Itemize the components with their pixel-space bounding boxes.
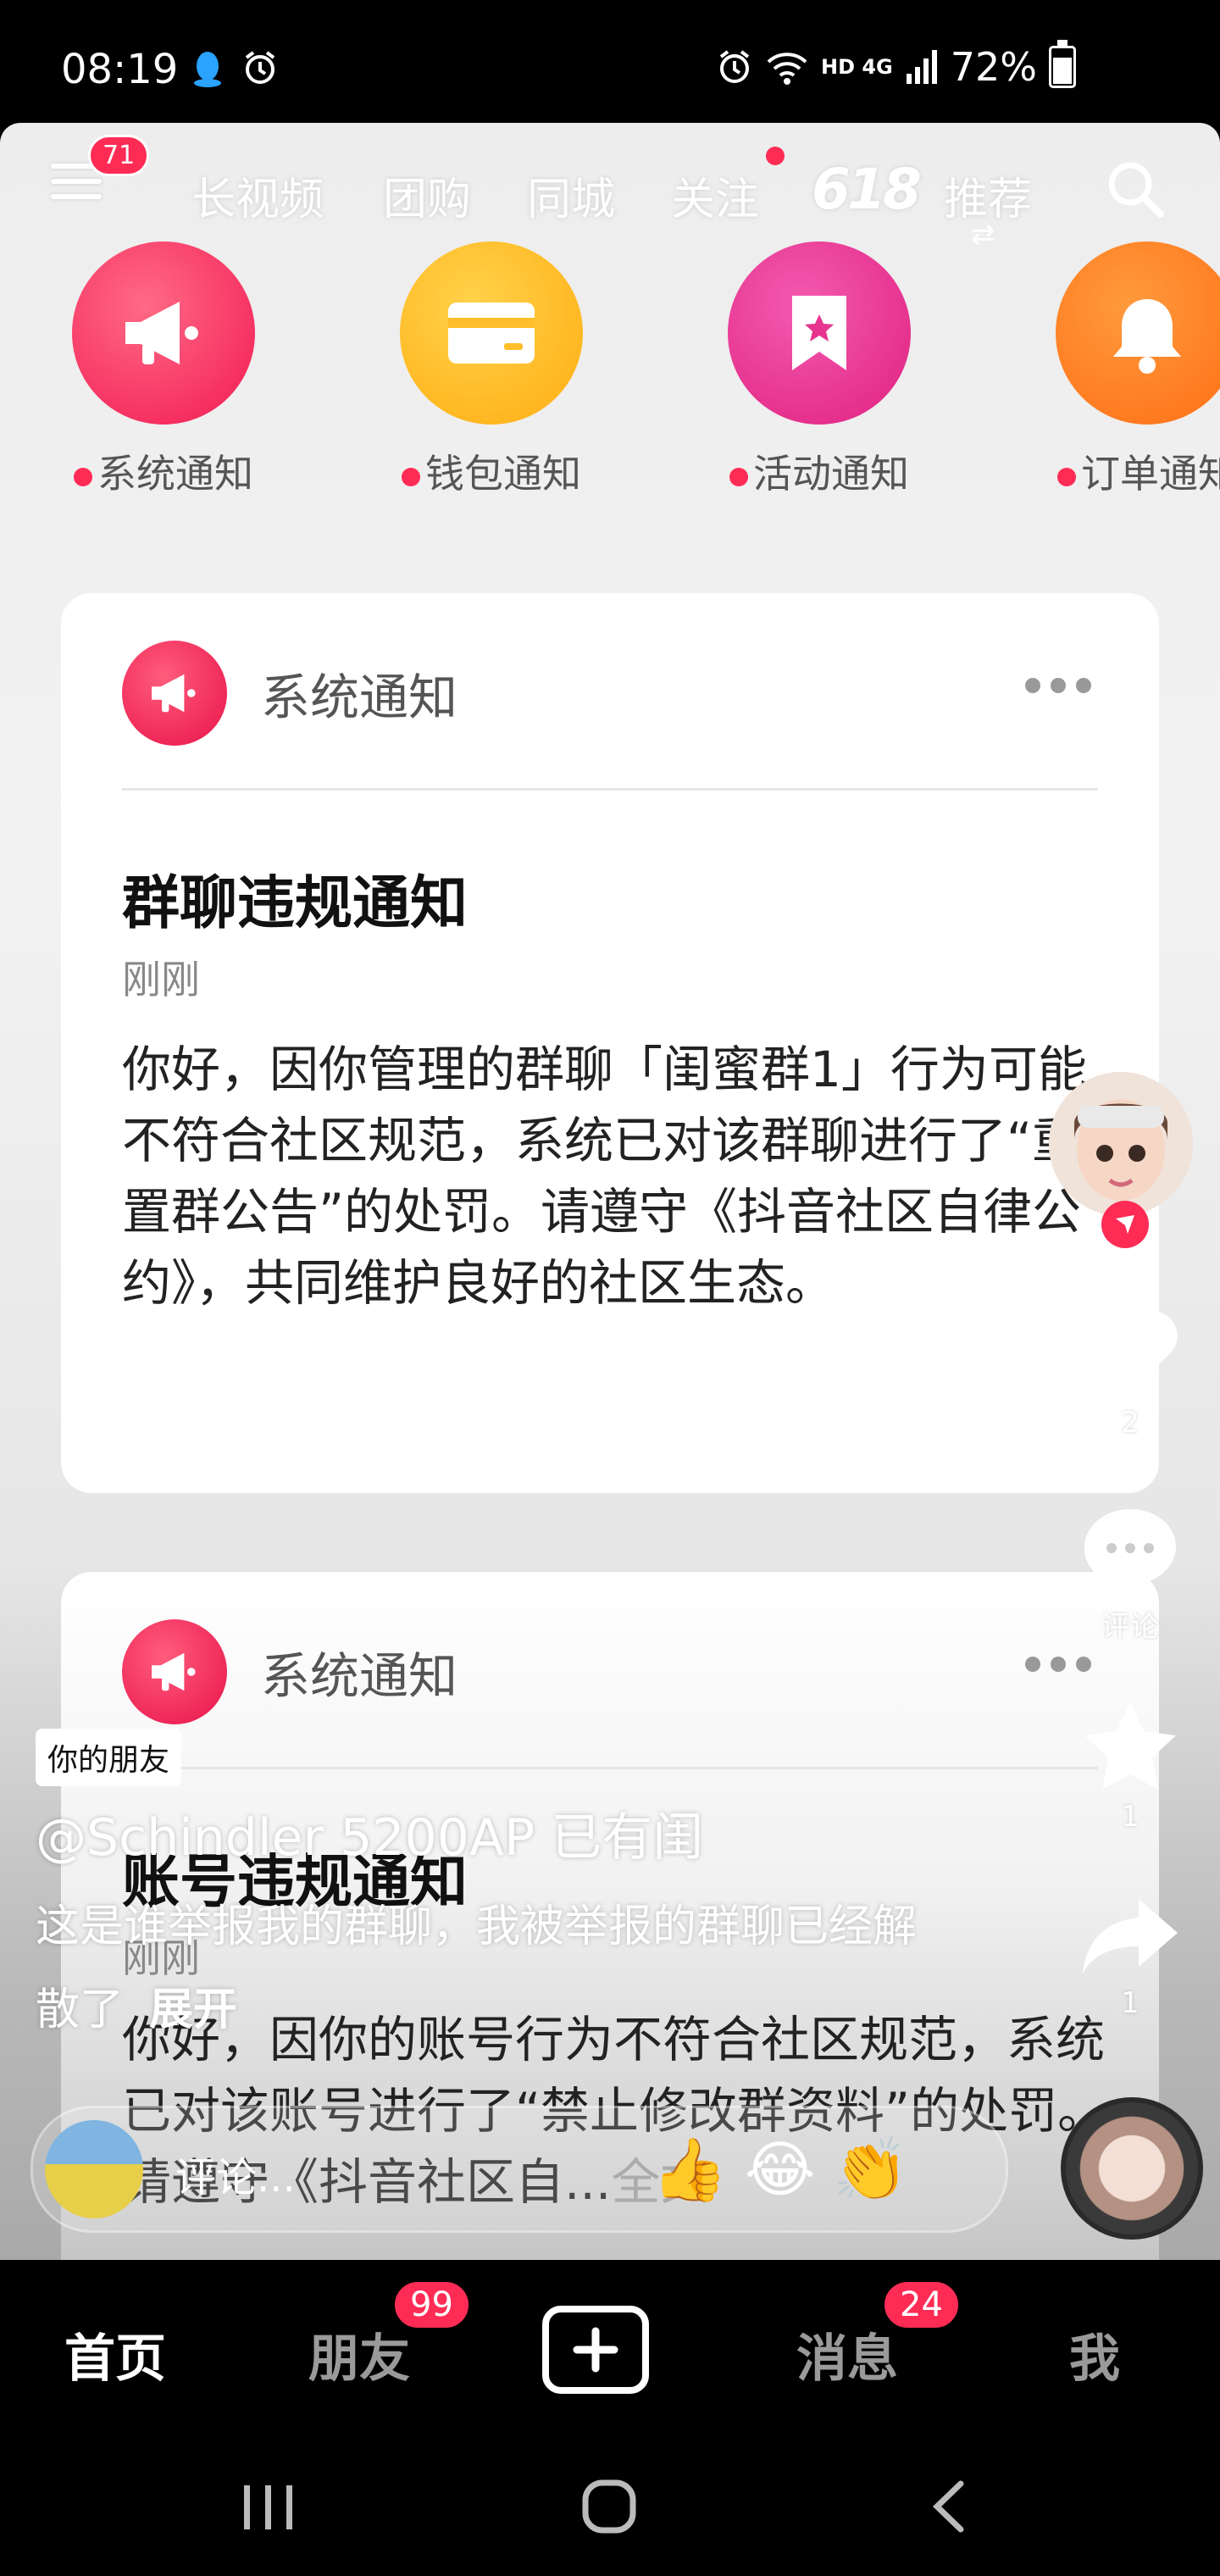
- tab-messages[interactable]: 消息: [796, 2318, 898, 2391]
- tab-friends[interactable]: 朋友: [308, 2318, 410, 2391]
- like-count: 2: [1121, 1406, 1140, 1440]
- alarm-icon: [245, 51, 275, 84]
- home-icon[interactable]: [581, 2479, 637, 2534]
- comment-label: 评论: [1101, 1610, 1159, 1644]
- following-dot: [766, 147, 785, 165]
- like-button[interactable]: 2: [1059, 1305, 1201, 1440]
- music-disc-icon[interactable]: [1061, 2097, 1203, 2240]
- category-wallet[interactable]: 钱包通知: [385, 242, 597, 499]
- category-label: 活动通知: [753, 451, 909, 497]
- alarm-icon: [719, 50, 750, 83]
- category-label: 系统通知: [97, 451, 253, 497]
- status-right: HD 4G 72%: [716, 40, 1076, 90]
- share-button[interactable]: 1: [1059, 1894, 1201, 2020]
- bottom-tab-bar: 首页 朋友 99 消息 24 我: [0, 2260, 1220, 2438]
- tab-following[interactable]: 关注: [671, 164, 759, 227]
- category-system[interactable]: 系统通知: [58, 242, 269, 499]
- recent-apps-icon[interactable]: [241, 2482, 297, 2533]
- share-count: 1: [1121, 1986, 1140, 2020]
- favorite-count: 1: [1121, 1800, 1140, 1834]
- search-icon[interactable]: [1101, 155, 1169, 223]
- creator-avatar[interactable]: [1049, 1072, 1193, 1216]
- signal-icon: [906, 50, 937, 84]
- divider: [122, 788, 1098, 791]
- status-left-icons: [191, 49, 279, 88]
- megaphone-icon: [122, 1619, 227, 1724]
- card-time: 刚刚: [122, 957, 200, 1002]
- swap-icon: ⇄: [971, 218, 995, 252]
- card-source: 系统通知: [261, 1647, 458, 1705]
- category-label: 钱包通知: [425, 451, 581, 497]
- wallet-icon: [400, 242, 583, 425]
- comment-icon: [1084, 1509, 1176, 1592]
- tab-618-promo[interactable]: 618: [812, 157, 922, 222]
- bell-icon: [1056, 242, 1220, 425]
- status-bar: 08:19 HD 4G 72%: [0, 0, 1220, 123]
- qq-icon: [194, 52, 221, 87]
- follow-icon[interactable]: [1101, 1201, 1149, 1248]
- star-icon: [1084, 1702, 1176, 1790]
- tab-group-buy[interactable]: 团购: [383, 164, 471, 227]
- category-activity[interactable]: 活动通知: [713, 242, 925, 499]
- share-icon: [1083, 1899, 1178, 1974]
- plus-icon: [573, 2327, 618, 2373]
- author-name[interactable]: @Schindler 5200AP 已有闺: [36, 1796, 703, 1870]
- tab-me[interactable]: 我: [1069, 2318, 1120, 2391]
- heart-icon: [1083, 1312, 1178, 1393]
- comment-button[interactable]: 评论: [1059, 1504, 1201, 1645]
- bookmark-star-icon: [728, 242, 911, 425]
- friends-badge: 99: [391, 2279, 472, 2331]
- card-source: 系统通知: [261, 669, 458, 726]
- comment-placeholder: 评论...: [175, 2154, 296, 2201]
- thumbs-up-emoji[interactable]: 👍: [652, 2134, 728, 2206]
- quick-emojis: 👍 😂 👏: [652, 2134, 908, 2206]
- notification-card: 系统通知 群聊违规通知 刚刚 你好，因你管理的群聊「闺蜜群1」行为可能不符合社区…: [61, 593, 1159, 1493]
- tab-long-video[interactable]: 长视频: [191, 164, 324, 227]
- favorite-button[interactable]: 1: [1059, 1699, 1201, 1834]
- category-label: 订单通知: [1081, 451, 1220, 497]
- network-type: HD 4G: [820, 55, 893, 79]
- battery-icon: [1049, 40, 1076, 88]
- friend-tag: 你的朋友: [36, 1729, 182, 1786]
- avatar: [45, 2120, 143, 2218]
- messages-badge: 24: [881, 2279, 962, 2331]
- category-order[interactable]: 订单通知: [1041, 242, 1220, 499]
- megaphone-icon: [122, 641, 227, 746]
- video-feed[interactable]: 71 长视频 团购 同城 关注 618 推荐 ⇄ 系统通知 钱包通知 活动通知 …: [0, 123, 1220, 2260]
- create-button[interactable]: [542, 2306, 649, 2394]
- megaphone-icon: [72, 242, 255, 425]
- clapping-emoji[interactable]: 👏: [833, 2134, 909, 2206]
- status-time: 08:19: [61, 46, 179, 93]
- divider: [122, 1767, 1098, 1769]
- caption: 这是谁举报我的群聊，我被举报的群聊已经解散了 展开: [36, 1885, 951, 2051]
- system-nav-bar: [0, 2438, 1220, 2576]
- more-icon[interactable]: [1025, 678, 1091, 693]
- more-icon[interactable]: [1025, 1657, 1091, 1672]
- tab-home[interactable]: 首页: [64, 2318, 166, 2391]
- menu-badge: 71: [88, 135, 150, 176]
- card-body: 你好，因你管理的群聊「闺蜜群1」行为可能不符合社区规范，系统已对该群聊进行了“重…: [122, 1041, 1087, 1312]
- wifi-icon: [767, 53, 807, 85]
- back-icon[interactable]: [929, 2479, 969, 2534]
- comment-bar[interactable]: 评论... 👍 😂 👏: [30, 2106, 1008, 2233]
- tab-local[interactable]: 同城: [527, 164, 615, 227]
- expand-button[interactable]: 展开: [149, 1985, 237, 2035]
- laughing-emoji[interactable]: 😂: [745, 2134, 816, 2206]
- card-title: 群聊违规通知: [122, 870, 469, 937]
- battery-text: 72%: [950, 44, 1037, 90]
